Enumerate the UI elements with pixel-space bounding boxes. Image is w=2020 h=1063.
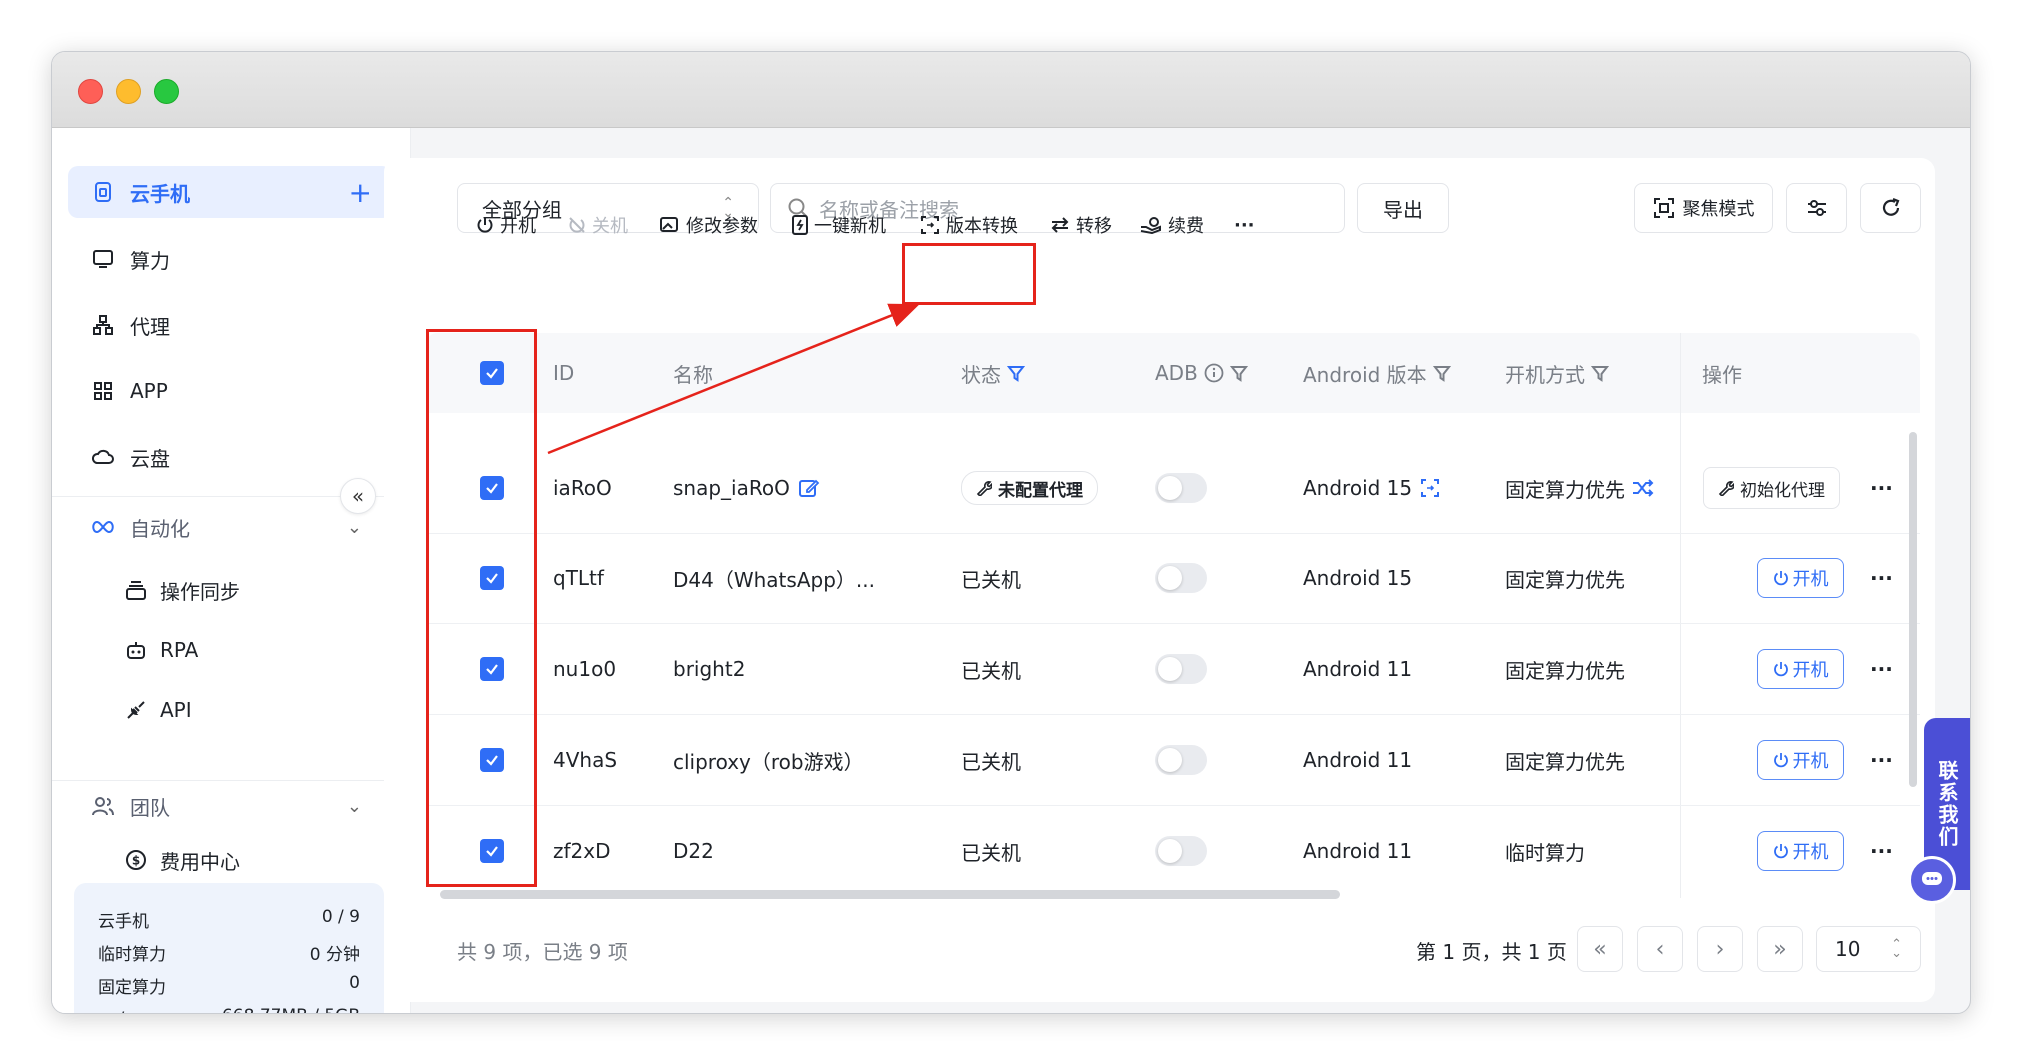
annotation-arrow — [547, 303, 920, 455]
